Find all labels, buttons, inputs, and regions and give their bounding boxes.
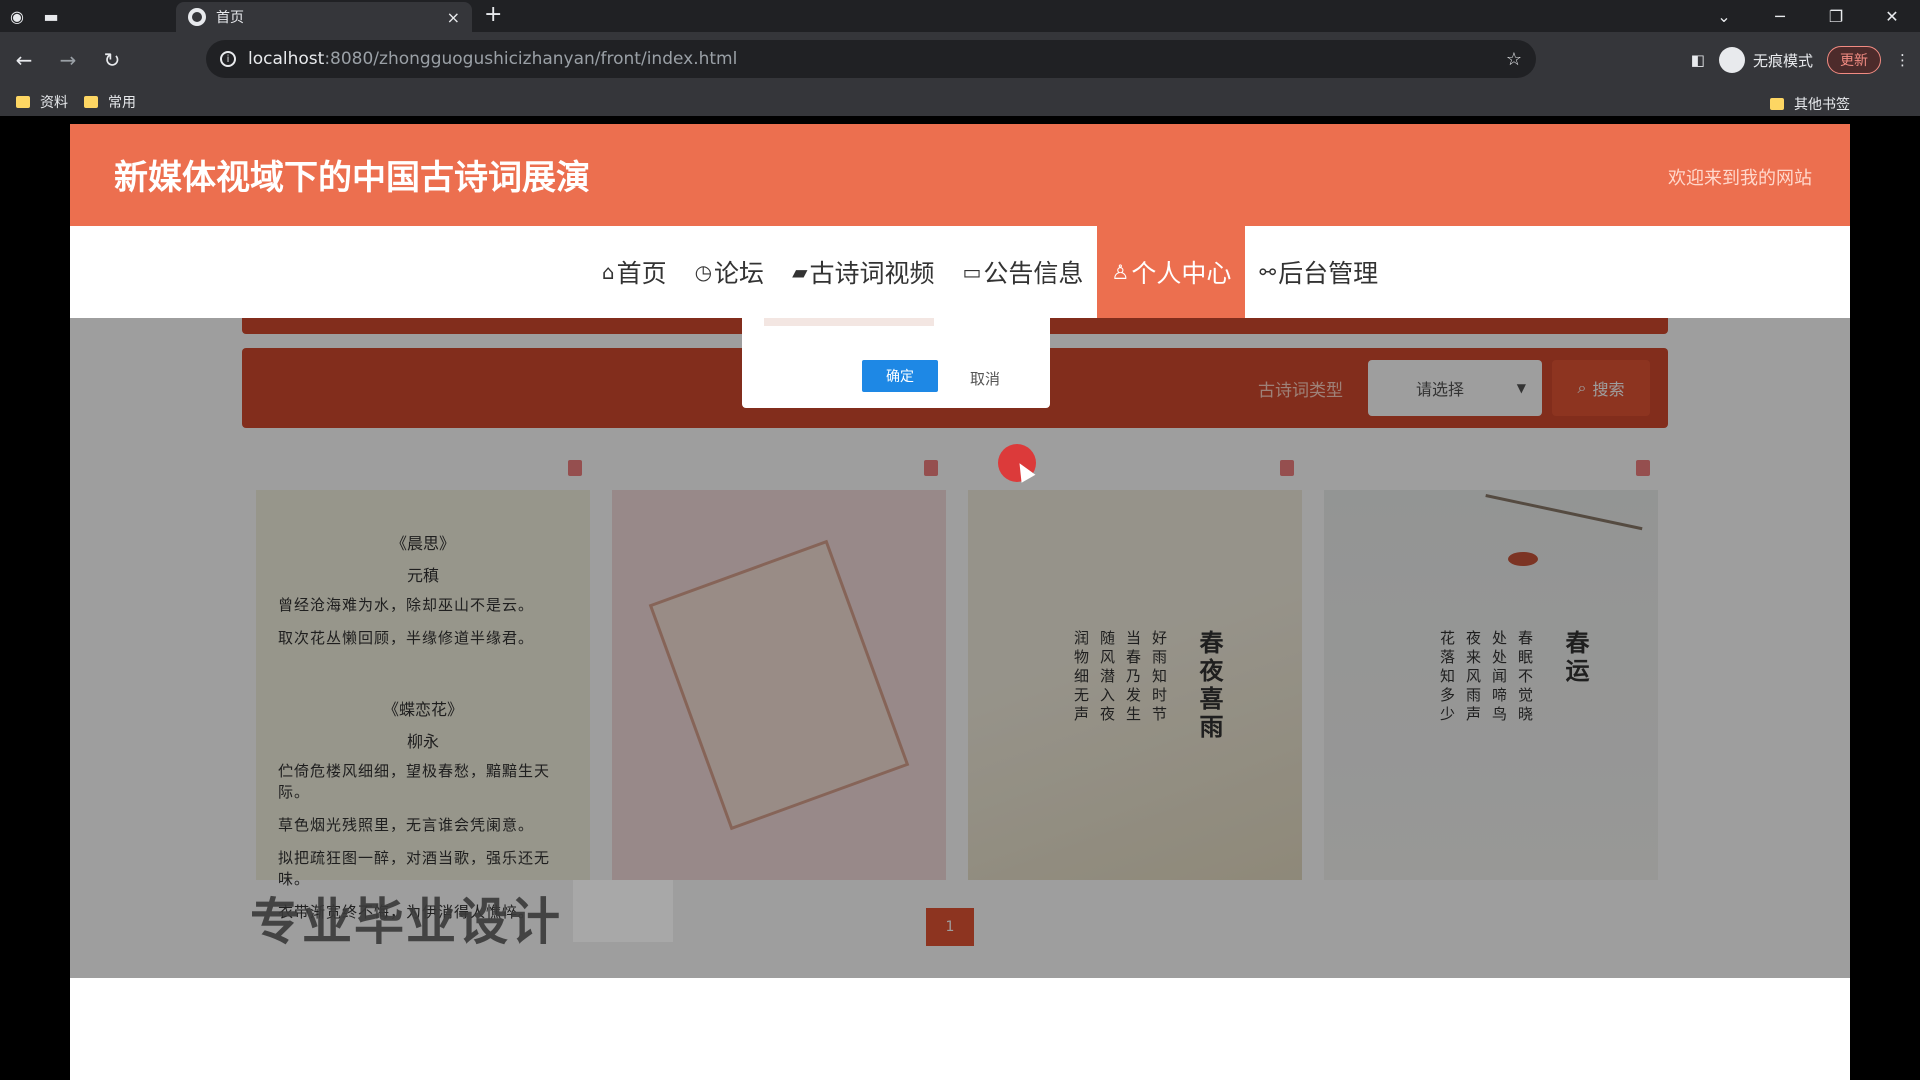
site-header: 新媒体视域下的中国古诗词展演 欢迎来到我的网站 — [70, 124, 1850, 226]
modal-overlay[interactable] — [70, 318, 1850, 978]
restore-icon[interactable]: ❐ — [1808, 0, 1864, 32]
graduation-cap-icon: ▰ — [792, 260, 808, 284]
new-tab-button[interactable]: + — [484, 2, 502, 27]
folder-icon — [16, 96, 30, 108]
cancel-button[interactable]: 取消 — [970, 368, 1000, 389]
dialog-message-cut — [764, 318, 934, 326]
tab-title: 首页 — [216, 10, 244, 26]
update-button[interactable]: 更新 — [1827, 46, 1881, 74]
confirm-dialog: 确定 取消 — [742, 318, 1050, 408]
screen-border — [1850, 116, 1920, 1080]
close-window-icon[interactable]: ✕ — [1864, 0, 1920, 32]
incognito-avatar-icon — [1718, 47, 1745, 73]
menu-kebab-icon[interactable]: ⋮ — [1895, 51, 1910, 69]
home-icon: ⌂ — [601, 260, 615, 284]
globe-icon — [188, 8, 206, 26]
footer — [70, 978, 1850, 1080]
site-title: 新媒体视域下的中国古诗词展演 — [114, 158, 590, 198]
nav-personal-center[interactable]: ♙ 个人中心 — [1097, 226, 1246, 318]
back-icon[interactable]: ← — [4, 40, 44, 80]
address-bar[interactable]: i localhost :8080/zhongguogushicizhanyan… — [206, 40, 1536, 78]
reload-icon[interactable]: ↻ — [92, 40, 132, 80]
link-icon: ⚯ — [1259, 260, 1277, 284]
nav-forum[interactable]: ◷ 论坛 — [681, 226, 778, 318]
incognito-profile[interactable]: 无痕模式 — [1718, 47, 1813, 73]
nav-poem-video[interactable]: ▰ 古诗词视频 — [778, 226, 948, 318]
bookmark-folder-1[interactable]: 资料 — [16, 92, 68, 112]
folder-icon — [1770, 98, 1784, 110]
clock-icon: ◷ — [694, 260, 713, 284]
bookmark-star-icon[interactable]: ☆ — [1506, 49, 1522, 70]
tab-search-icon[interactable]: ▬ — [34, 0, 68, 32]
bookmarks-bar: 资料 常用 其他书签 — [0, 88, 1920, 116]
watermark-blur — [573, 880, 673, 942]
url-path: :8080/zhongguogushicizhanyan/front/index… — [324, 49, 738, 69]
other-bookmarks[interactable]: 其他书签 — [1770, 94, 1850, 114]
incognito-label: 无痕模式 — [1752, 51, 1813, 70]
toolbar-right: ◧ 无痕模式 更新 ⋮ — [1691, 40, 1910, 80]
welcome-text: 欢迎来到我的网站 — [1668, 168, 1812, 189]
watermark-text: 专业毕业设计 — [250, 893, 562, 951]
main-nav: ⌂ 首页 ◷ 论坛 ▰ 古诗词视频 ▭ 公告信息 ♙ 个人中心 ⚯ 后台管理 — [70, 226, 1850, 318]
close-tab-icon[interactable]: × — [447, 8, 460, 27]
browser-logo-icon[interactable]: ◉ — [0, 0, 34, 32]
tab-list-icon[interactable]: ⌄ — [1696, 0, 1752, 32]
book-icon: ▭ — [962, 260, 982, 284]
confirm-button[interactable]: 确定 — [862, 360, 938, 392]
nav-announcements[interactable]: ▭ 公告信息 — [948, 226, 1097, 318]
url-host: localhost — [248, 49, 325, 69]
web-page: 新媒体视域下的中国古诗词展演 欢迎来到我的网站 ⌂ 首页 ◷ 论坛 ▰ 古诗词视频 ▭… — [70, 124, 1850, 1080]
browser-tab[interactable]: 首页 × — [176, 2, 472, 32]
nav-admin[interactable]: ⚯ 后台管理 — [1245, 226, 1392, 318]
side-panel-icon[interactable]: ◧ — [1691, 51, 1705, 69]
user-icon: ♙ — [1111, 260, 1130, 284]
browser-toolbar: ← → ↻ i localhost :8080/zhongguogushiciz… — [0, 32, 1920, 88]
bookmark-folder-2[interactable]: 常用 — [84, 92, 136, 112]
window-controls: ⌄ ─ ❐ ✕ — [1696, 0, 1920, 32]
folder-icon — [84, 96, 98, 108]
browser-tab-bar: ◉ ▬ 首页 × + ⌄ ─ ❐ ✕ — [0, 0, 1920, 32]
nav-home[interactable]: ⌂ 首页 — [588, 226, 681, 318]
forward-icon[interactable]: → — [48, 40, 88, 80]
info-icon[interactable]: i — [220, 51, 236, 67]
minimize-icon[interactable]: ─ — [1752, 0, 1808, 32]
